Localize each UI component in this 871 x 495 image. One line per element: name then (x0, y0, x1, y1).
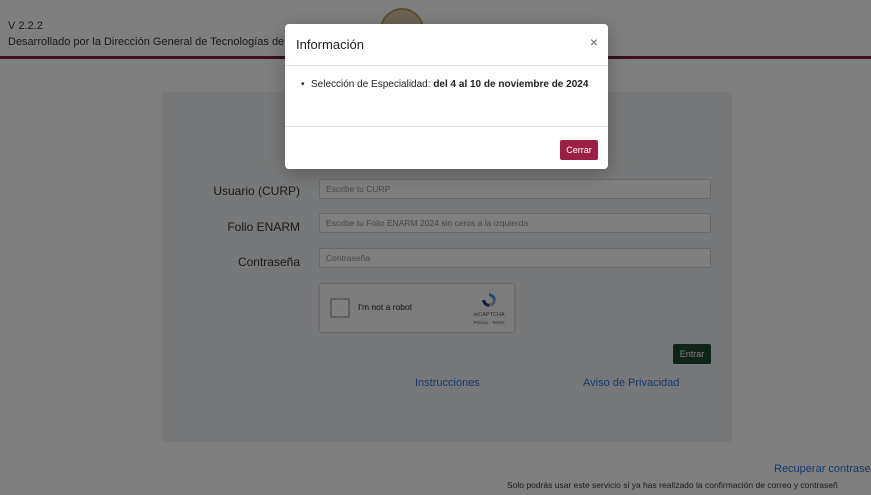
close-button[interactable]: Cerrar (560, 140, 598, 160)
information-modal: Información × • Selección de Especialida… (285, 24, 608, 169)
modal-title: Información (296, 37, 364, 52)
modal-body: • Selección de Especialidad: del 4 al 10… (285, 66, 608, 127)
item-dates: del 4 al 10 de noviembre de 2024 (433, 79, 589, 90)
modal-header: Información × (285, 24, 608, 66)
bullet-icon: • (301, 79, 305, 90)
item-prefix: Selección de Especialidad: (311, 79, 434, 90)
close-icon[interactable]: × (590, 35, 598, 49)
list-item: • Selección de Especialidad: del 4 al 10… (301, 77, 591, 92)
